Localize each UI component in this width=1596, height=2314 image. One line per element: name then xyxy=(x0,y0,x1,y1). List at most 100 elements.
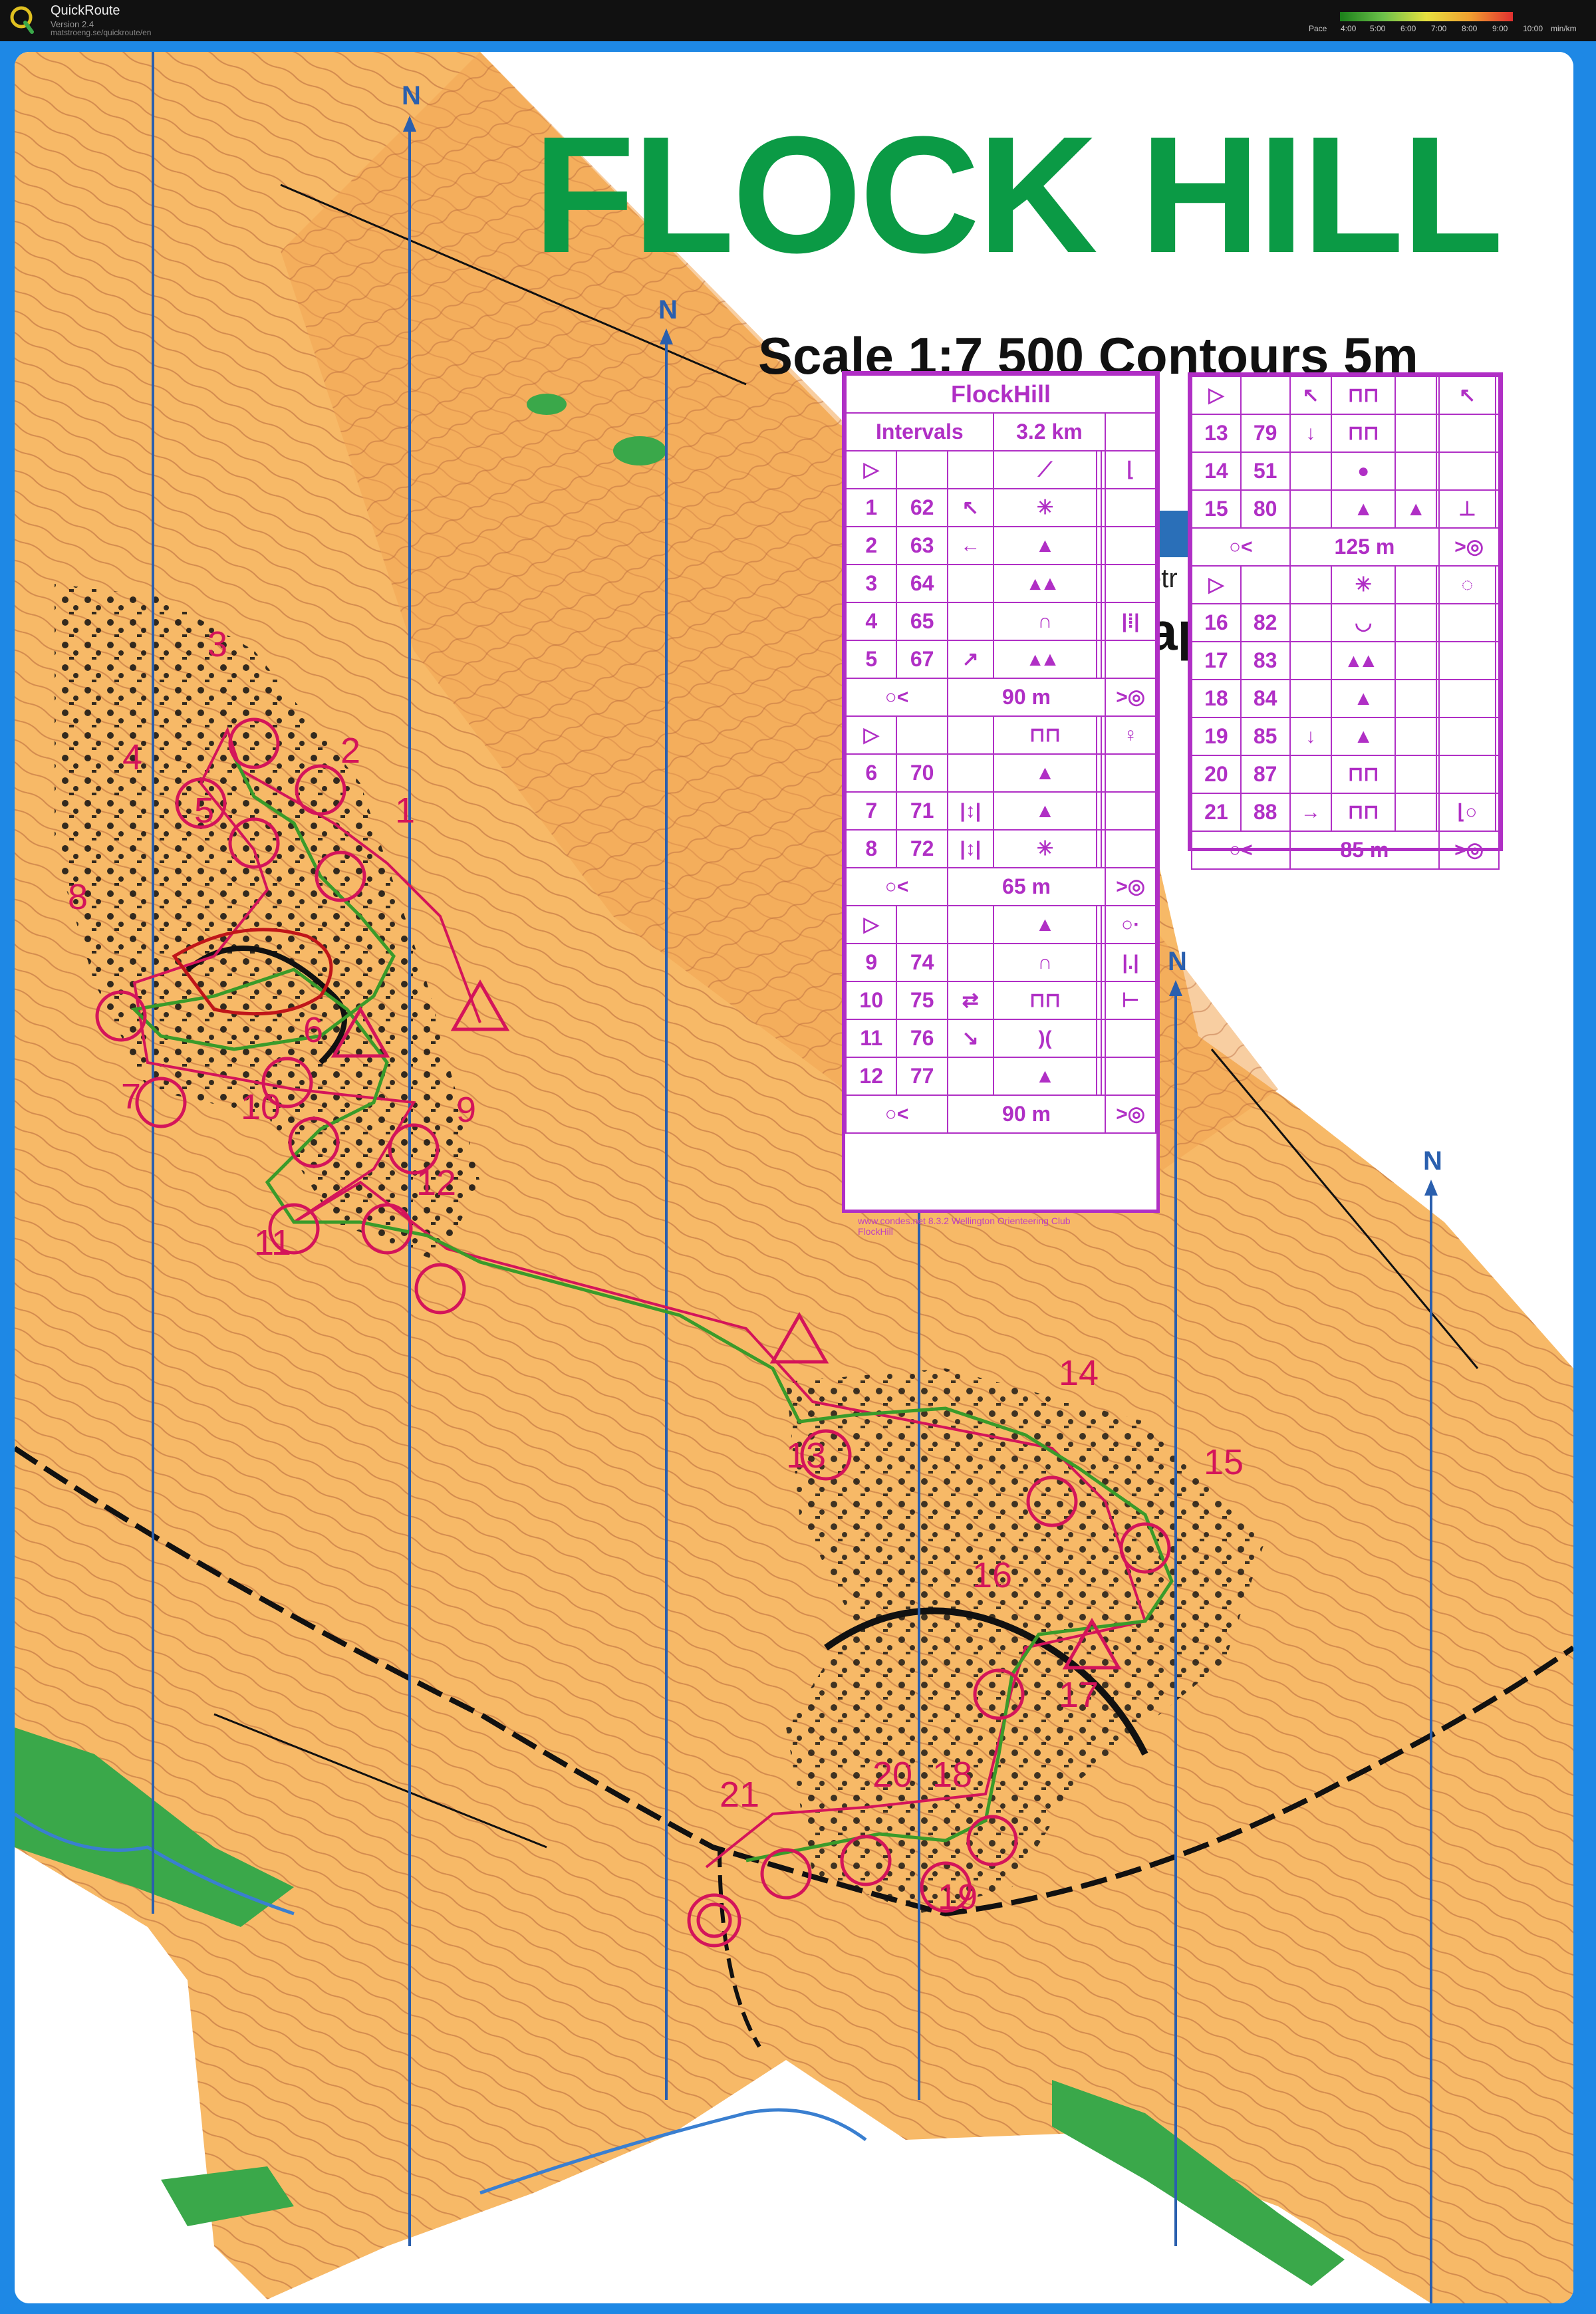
control-code: 77 xyxy=(896,1057,948,1096)
control-code: 72 xyxy=(896,829,948,868)
control-number: 4 xyxy=(122,737,143,777)
rocky-icon: ✳ xyxy=(1331,565,1396,604)
direction-icon: ← xyxy=(946,526,994,565)
control-code: 51 xyxy=(1240,451,1291,491)
control-code: 74 xyxy=(896,943,948,982)
marked-route-length: 90 m xyxy=(946,678,1107,717)
boulder-icon: ▲ xyxy=(1331,717,1396,756)
start-symbol-icon: ▷ xyxy=(845,905,898,944)
point-icon: ● xyxy=(1331,451,1396,491)
foot-icon: ⊢ xyxy=(1105,981,1156,1020)
height-icon: |⁞| xyxy=(1105,602,1156,641)
control-seq: 20 xyxy=(1191,755,1242,794)
rocky-icon: ✳ xyxy=(992,488,1098,527)
control-number: 3 xyxy=(207,624,228,664)
map-title: FLOCK HILL xyxy=(533,102,1504,287)
control-code: 64 xyxy=(896,564,948,603)
control-to-marked-route-icon: ○< xyxy=(845,1094,948,1134)
control-number: 19 xyxy=(938,1877,978,1917)
north-label: N xyxy=(1423,1146,1442,1176)
direction-icon: ↖ xyxy=(1289,376,1333,415)
control-number: 16 xyxy=(972,1555,1013,1595)
marked-route-to-finish-icon: >◎ xyxy=(1438,527,1500,567)
foot-side-icon: ⌊○ xyxy=(1438,793,1496,832)
cliff-symbol-icon: ⊓⊓ xyxy=(1331,755,1396,794)
crossing-icon: ⇄ xyxy=(946,981,994,1020)
control-seq: 15 xyxy=(1191,489,1242,529)
control-seq: 18 xyxy=(1191,679,1242,718)
control-code: 70 xyxy=(896,753,948,793)
cliff-symbol-icon: ⊓⊓ xyxy=(1331,376,1396,415)
boulder-icon: ▲ xyxy=(992,526,1098,565)
knoll-icon: ∩ xyxy=(992,943,1098,982)
control-code: 75 xyxy=(896,981,948,1020)
marked-route-to-finish-icon: >◎ xyxy=(1438,831,1500,870)
event-credit-course: FlockHill xyxy=(858,1226,893,1237)
knoll-icon: ∩ xyxy=(992,602,1098,641)
control-seq: 14 xyxy=(1191,451,1242,491)
control-seq: 3 xyxy=(845,564,898,603)
course-name: FlockHill xyxy=(845,374,1156,414)
control-seq: 19 xyxy=(1191,717,1242,756)
control-seq: 4 xyxy=(845,602,898,641)
ruin-icon: ◌ xyxy=(1438,565,1496,604)
control-code: 76 xyxy=(896,1019,948,1058)
boulder-icon: ▲ xyxy=(992,1057,1098,1096)
control-seq: 2 xyxy=(845,526,898,565)
foot-icon: ⊥ xyxy=(1438,489,1496,529)
pace-tick: 4:00 xyxy=(1341,24,1357,33)
start-symbol-icon: ▷ xyxy=(1191,565,1242,604)
start-symbol-icon: ▷ xyxy=(1191,376,1242,415)
control-number: 8 xyxy=(68,877,88,917)
depression-icon: ◡ xyxy=(1331,603,1396,642)
app-url[interactable]: matstroeng.se/quickroute/en xyxy=(51,28,151,37)
control-descriptions-left: FlockHill Intervals 3.2 km ▷ ⟋ ⌊ 1 62 ↖ ✳ 2 63… xyxy=(842,371,1160,1213)
control-seq: 17 xyxy=(1191,641,1242,680)
control-seq: 9 xyxy=(845,943,898,982)
direction-icon: ↓ xyxy=(1289,414,1333,453)
start-symbol-icon: ▷ xyxy=(845,715,898,755)
between-icon: |↕| xyxy=(946,829,994,868)
control-code: 84 xyxy=(1240,679,1291,718)
control-code: 80 xyxy=(1240,489,1291,529)
start-symbol-icon: ▷ xyxy=(845,450,898,489)
control-descriptions-right: ▷ ↖ ⊓⊓ ↖ 13 79 ↓ ⊓⊓ 14 51 ● 15 80 ▲ ▲ ⊥ ○< 125 m >◎ ▷ ✳… xyxy=(1188,372,1503,870)
direction-icon: ↓ xyxy=(1289,717,1333,756)
control-code: 88 xyxy=(1240,793,1291,832)
control-number: 13 xyxy=(786,1436,827,1476)
north-label: N xyxy=(1168,947,1187,976)
pace-label: Pace xyxy=(1309,24,1327,33)
control-seq: 6 xyxy=(845,753,898,793)
control-number: 9 xyxy=(456,1090,477,1130)
control-code: 87 xyxy=(1240,755,1291,794)
control-number: 1 xyxy=(395,791,416,831)
control-to-marked-route-icon: ○< xyxy=(1191,527,1291,567)
control-seq: 5 xyxy=(845,640,898,679)
control-code: 85 xyxy=(1240,717,1291,756)
control-number: 15 xyxy=(1204,1442,1244,1482)
quickroute-logo-icon xyxy=(10,6,34,34)
control-code: 71 xyxy=(896,791,948,831)
control-to-marked-route-icon: ○< xyxy=(845,678,948,717)
control-code: 63 xyxy=(896,526,948,565)
pillar-icon: ▲ xyxy=(992,905,1098,944)
boulder-icon: ▲ xyxy=(992,791,1098,831)
control-number: 12 xyxy=(416,1163,457,1203)
marked-route-to-finish-icon: >◎ xyxy=(1105,867,1156,906)
control-code: 82 xyxy=(1240,603,1291,642)
control-seq: 21 xyxy=(1191,793,1242,832)
control-number: 10 xyxy=(241,1087,281,1127)
cliff-symbol-icon: ⊓⊓ xyxy=(992,715,1098,755)
intervals-label: Intervals xyxy=(845,412,994,451)
control-seq: 7 xyxy=(845,791,898,831)
pillar-icon: ▲ xyxy=(992,753,1098,793)
direction-icon: ↖ xyxy=(946,488,994,527)
direction-icon: ↘ xyxy=(946,1019,994,1058)
control-seq: 1 xyxy=(845,488,898,527)
control-number: 20 xyxy=(872,1755,913,1795)
orienteering-map[interactable]: FLOCK HILL Scale 1:7 500 Contours 5m N N… xyxy=(15,52,1573,2303)
rocky-icon: ✳ xyxy=(992,829,1098,868)
control-code: 65 xyxy=(896,602,948,641)
boulder-field-icon: ▴▲ xyxy=(992,640,1098,679)
pace-tick: 9:00 xyxy=(1492,24,1508,33)
